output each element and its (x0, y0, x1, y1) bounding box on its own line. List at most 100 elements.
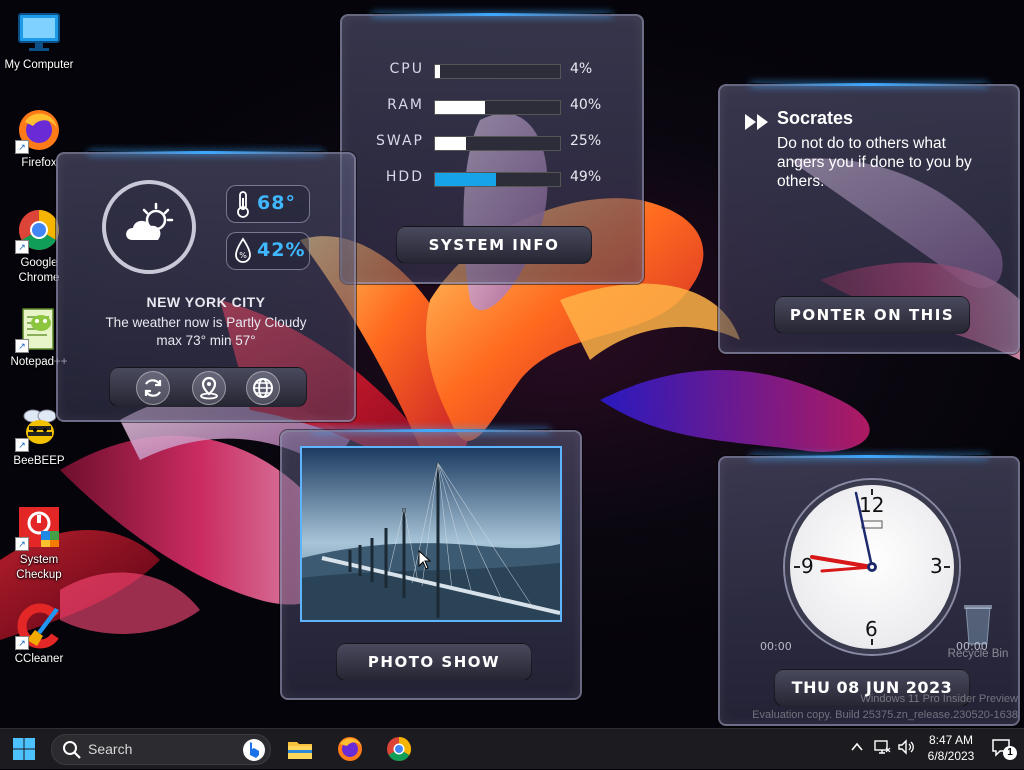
mouse-cursor-icon (418, 550, 432, 570)
search-label: Search (88, 741, 133, 757)
sys-value: 49% (570, 169, 602, 185)
clock-widget[interactable]: 12 3 6 9 00:00 00:00 THU 08 JUN 2023 (718, 455, 1020, 726)
weather-widget[interactable]: 68° % 42% NEW YORK CITY The weather now … (56, 151, 356, 422)
notification-badge: 1 (1003, 746, 1017, 760)
svg-text:%: % (239, 251, 247, 260)
temperature-chip: 68° (226, 185, 310, 223)
shortcut-arrow-icon: ↗ (15, 438, 29, 452)
humidity-drop-icon: % (235, 237, 251, 263)
taskbar: Search 8:47 AM 6/8/2023 1 (0, 728, 1024, 769)
shortcut-arrow-icon: ↗ (15, 140, 29, 154)
firefox-icon (338, 737, 362, 761)
weather-condition-circle (102, 180, 196, 274)
swap-usage-bar (434, 136, 561, 151)
weather-condition-prefix: The weather now is (105, 315, 227, 330)
shortcut-arrow-icon: ↗ (15, 636, 29, 650)
weather-condition-line: The weather now is Partly Cloudy (58, 315, 354, 330)
tray-time: 8:47 AM (928, 733, 974, 747)
bridge-photo (302, 448, 560, 620)
photo-frame[interactable] (300, 446, 562, 622)
recycle-bin-icon (964, 605, 992, 645)
shortcut-arrow-icon: ↗ (15, 537, 29, 551)
humidity-value: 42% (257, 239, 306, 261)
cpu-usage-bar (434, 64, 561, 79)
desktop-icon-label: My Computer (4, 59, 74, 71)
system-checkup-icon: ↗ (15, 503, 63, 551)
taskbar-search-box[interactable]: Search (51, 734, 271, 765)
location-pin-icon (200, 376, 218, 400)
start-button[interactable] (8, 733, 40, 765)
analog-clock-face: 12 3 6 9 (785, 480, 959, 654)
clock-left-readout: 00:00 (760, 640, 792, 653)
tray-overflow-chevron[interactable] (850, 740, 864, 757)
tray-date: 6/8/2023 (927, 749, 975, 763)
weather-condition: Partly Cloudy (226, 315, 307, 330)
bing-icon (243, 739, 265, 761)
quote-text: Do not do to others what angers you if d… (777, 135, 972, 190)
sys-row-hdd: HDD 49% (342, 169, 642, 189)
ponder-button[interactable]: PONTER ON THIS (774, 296, 970, 334)
recycle-bin-label: Recycle Bin (947, 648, 1009, 660)
sys-label: SWAP (376, 133, 424, 149)
globe-icon (253, 378, 273, 398)
partly-cloudy-icon (126, 202, 174, 240)
ram-usage-bar (434, 100, 561, 115)
globe-button[interactable] (246, 371, 280, 405)
notification-center-button[interactable]: 1 (991, 738, 1017, 761)
taskbar-file-explorer[interactable] (284, 733, 316, 765)
hdd-usage-bar (434, 172, 561, 187)
chevron-up-icon (851, 742, 863, 751)
quote-widget[interactable]: Socrates Do not do to others what angers… (718, 83, 1020, 354)
weather-city: NEW YORK CITY (146, 294, 266, 310)
desktop-icon-ccleaner[interactable]: ↗ CCleaner (1, 602, 77, 667)
tray-clock[interactable]: 8:47 AM 6/8/2023 (925, 732, 977, 764)
desktop-icon-system-checkup[interactable]: ↗ System Checkup (1, 503, 77, 583)
hdd-usage-fill (435, 173, 497, 186)
panel-glow (749, 455, 989, 458)
speaker-icon (898, 739, 914, 755)
sys-label: CPU (389, 61, 424, 77)
system-info-button[interactable]: SYSTEM INFO (396, 226, 592, 264)
sys-row-swap: SWAP 25% (342, 133, 642, 153)
humidity-chip: % 42% (226, 232, 310, 270)
desktop-icon-recycle-bin[interactable]: Recycle Bin (940, 600, 1016, 660)
desktop-icon-label: BeeBEEP (13, 455, 65, 467)
photo-show-widget[interactable]: PHOTO SHOW (280, 429, 582, 700)
desktop-icon-label: System Checkup (16, 554, 62, 581)
ccleaner-icon: ↗ (15, 602, 63, 650)
weather-action-bar (109, 367, 307, 407)
panel-glow (749, 83, 989, 86)
tray-volume[interactable] (897, 738, 915, 759)
swap-usage-fill (435, 137, 467, 150)
weather-range: max 73° min 57° (156, 333, 256, 348)
firefox-icon: ↗ (15, 106, 63, 154)
panel-glow (87, 151, 325, 154)
windows-logo-icon (13, 738, 35, 760)
sys-value: 40% (570, 97, 602, 113)
desktop-icon-label: CCleaner (14, 653, 64, 665)
photo-show-button[interactable]: PHOTO SHOW (336, 643, 532, 681)
thermometer-icon (237, 191, 249, 218)
shortcut-arrow-icon: ↗ (15, 240, 29, 254)
sys-row-ram: RAM 40% (342, 97, 642, 117)
location-button[interactable] (192, 371, 226, 405)
network-icon (874, 740, 891, 754)
desktop-icon-my-computer[interactable]: My Computer (1, 8, 77, 73)
taskbar-firefox[interactable] (334, 733, 366, 765)
taskbar-chrome[interactable] (383, 733, 415, 765)
monitor-icon (15, 8, 63, 56)
ram-usage-fill (435, 101, 485, 114)
watermark-line1: Windows 11 Pro Insider Preview (860, 693, 1018, 705)
panel-glow (372, 13, 612, 16)
sys-row-cpu: CPU 4% (342, 61, 642, 81)
clock-hands (794, 489, 950, 645)
tray-network[interactable] (873, 738, 891, 759)
system-info-widget[interactable]: CPU 4% RAM 40% SWAP 25% HDD 49% SYSTEM I… (340, 13, 644, 284)
sys-label: RAM (387, 97, 424, 113)
refresh-button[interactable] (136, 371, 170, 405)
sys-value: 4% (570, 61, 593, 77)
folder-icon (288, 742, 312, 759)
panel-glow (311, 429, 551, 432)
sys-value: 25% (570, 133, 602, 149)
search-icon (63, 741, 81, 759)
